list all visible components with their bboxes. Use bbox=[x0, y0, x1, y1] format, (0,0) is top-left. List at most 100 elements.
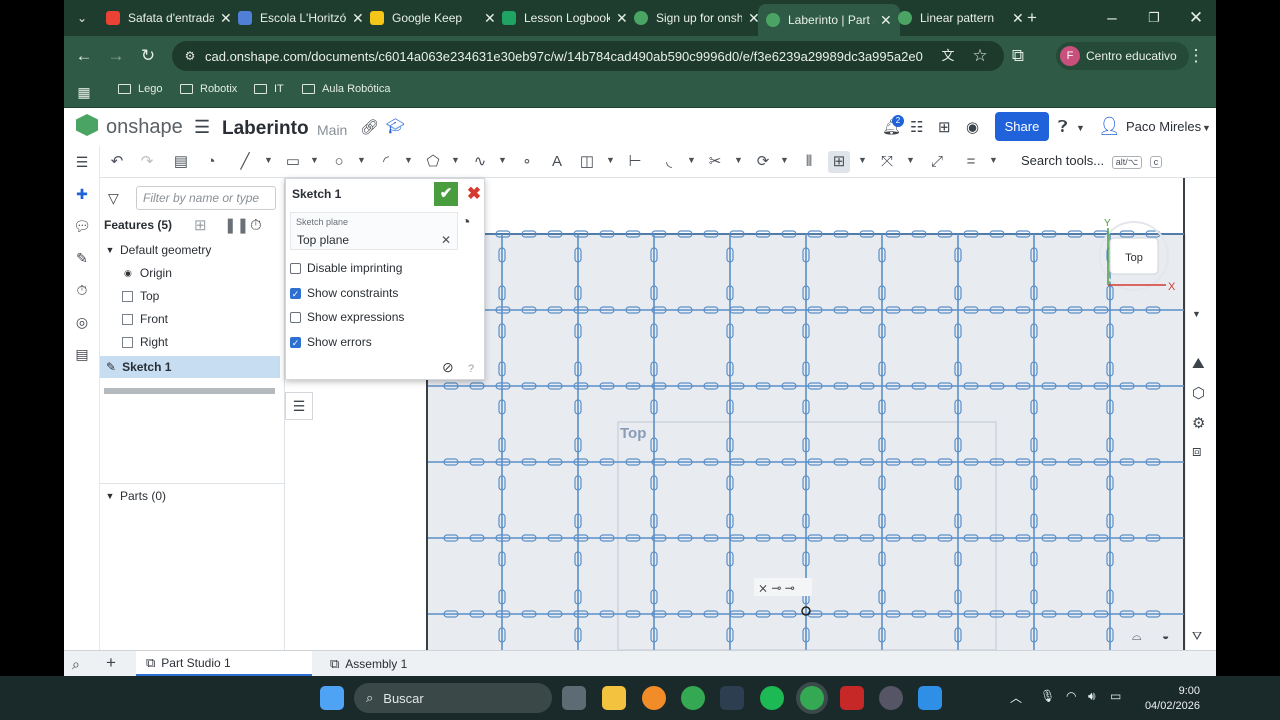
user-name[interactable]: Paco Mireles bbox=[1126, 119, 1201, 134]
chevron-down-icon[interactable]: ▼ bbox=[498, 155, 507, 165]
chevron-down-icon[interactable]: ▼ bbox=[780, 155, 789, 165]
dimension-tool-icon[interactable]: ⊢ bbox=[624, 151, 646, 173]
help-icon[interactable]: ? bbox=[468, 359, 474, 379]
fillet-tool-icon[interactable]: ◟ bbox=[658, 151, 680, 173]
translate-icon[interactable]: 文 bbox=[936, 44, 960, 68]
checkbox-checked-icon[interactable]: ✓ bbox=[290, 287, 301, 299]
tab-gmail[interactable]: Safata d'entrada ✕ bbox=[98, 4, 240, 32]
search-tools-button[interactable]: Search tools... alt/⌥ c bbox=[1021, 153, 1163, 169]
notes-icon[interactable]: ✎ bbox=[72, 248, 92, 268]
bookmark-it[interactable]: IT bbox=[254, 83, 284, 95]
spline-tool-icon[interactable]: ∿ bbox=[469, 151, 491, 173]
site-info-icon[interactable]: ⚙ bbox=[178, 44, 202, 68]
properties-icon[interactable]: ▤ bbox=[72, 344, 92, 364]
show-constraints-checkbox[interactable]: ✓ Show constraints bbox=[290, 284, 480, 302]
appearance-panel-icon[interactable]: ⛰︎ bbox=[1192, 354, 1205, 374]
point-tool-icon[interactable]: ∘ bbox=[516, 151, 538, 173]
chevron-down-icon[interactable]: ▼ bbox=[357, 155, 366, 165]
learning-center-icon[interactable]: ◉ bbox=[966, 118, 979, 138]
transform-tool-icon[interactable]: ⤧ bbox=[876, 151, 898, 173]
circle-tool-icon[interactable]: ○ bbox=[328, 151, 350, 173]
chevron-down-icon[interactable]: ▼ bbox=[100, 245, 120, 255]
checkbox-icon[interactable] bbox=[290, 262, 301, 274]
feature-filter-input[interactable]: Filter by name or type bbox=[136, 186, 276, 210]
new-tab-icon[interactable]: + bbox=[1020, 6, 1044, 30]
checkbox-checked-icon[interactable]: ✓ bbox=[290, 336, 301, 348]
rollback-bar[interactable] bbox=[104, 388, 275, 394]
custom-features-icon[interactable]: ⧈ bbox=[1192, 442, 1202, 462]
user-menu-chevron-icon[interactable]: ▼ bbox=[1202, 118, 1211, 138]
task-view-icon[interactable] bbox=[562, 686, 586, 710]
microphone-icon[interactable]: 🎙︎ bbox=[1040, 689, 1055, 703]
file-explorer-icon[interactable] bbox=[602, 686, 626, 710]
default-geometry-row[interactable]: ▼ Default geometry bbox=[100, 239, 280, 261]
branch-label[interactable]: Main bbox=[317, 122, 347, 138]
filter-icon[interactable]: ▽ bbox=[108, 188, 119, 208]
view-cube-chevron-icon[interactable]: ▼ bbox=[1192, 304, 1201, 324]
tab-assembly-1[interactable]: ⧉ Assembly 1 bbox=[320, 651, 417, 676]
chevron-down-icon[interactable]: ▼ bbox=[734, 155, 743, 165]
comments-icon[interactable]: 💬︎ bbox=[72, 216, 92, 236]
onshape-logo-icon[interactable] bbox=[76, 114, 98, 136]
checkbox-icon[interactable] bbox=[290, 311, 301, 323]
show-expressions-checkbox[interactable]: Show expressions bbox=[290, 308, 480, 326]
tab-search-chevron-icon[interactable]: ⌄ bbox=[70, 6, 94, 30]
tab-laberinto[interactable]: Laberinto | Part Studio ✕ bbox=[758, 4, 900, 36]
user-avatar-icon[interactable]: 👤︎ bbox=[1098, 116, 1121, 136]
reload-icon[interactable]: ↻ bbox=[136, 44, 160, 68]
add-tab-icon[interactable]: + bbox=[106, 653, 116, 673]
tray-chevron-icon[interactable]: ︿ bbox=[1010, 689, 1022, 706]
trim-tool-icon[interactable]: ✂ bbox=[704, 151, 726, 173]
measure-icon[interactable]: ◎ bbox=[72, 312, 92, 332]
help-chevron-icon[interactable]: ▼ bbox=[1076, 118, 1085, 138]
tab-keep[interactable]: Google Keep ✕ bbox=[362, 4, 504, 32]
tab-linear-pattern[interactable]: Linear pattern ✕ bbox=[890, 4, 1032, 32]
front-plane-row[interactable]: Front bbox=[100, 308, 280, 330]
variables-icon[interactable]: ⚙ bbox=[1192, 414, 1205, 434]
show-errors-checkbox[interactable]: ✓ Show errors bbox=[290, 333, 480, 351]
use-tool-icon[interactable]: ⤢ bbox=[926, 151, 948, 173]
history-icon[interactable]: ⏱︎ bbox=[72, 280, 92, 300]
document-title[interactable]: Laberinto bbox=[222, 118, 309, 140]
feature-list-icon[interactable]: ▤ bbox=[170, 151, 192, 173]
taskbar-search[interactable]: ⌕ Buscar bbox=[354, 683, 552, 713]
chevron-down-icon[interactable]: ▼ bbox=[310, 155, 319, 165]
chevron-down-icon[interactable]: ▼ bbox=[906, 155, 915, 165]
accept-check-icon[interactable]: ✔ bbox=[434, 182, 458, 206]
disable-imprinting-checkbox[interactable]: Disable imprinting bbox=[290, 259, 480, 277]
back-icon[interactable]: ← bbox=[72, 44, 96, 68]
maximize-icon[interactable]: ❐ bbox=[1142, 6, 1166, 30]
spotify-icon[interactable] bbox=[760, 686, 784, 710]
acrobat-icon[interactable] bbox=[840, 686, 864, 710]
constraints-icon[interactable]: = bbox=[960, 151, 982, 173]
rollback-timer-icon[interactable]: ⏱︎ bbox=[250, 216, 262, 236]
link-icon[interactable]: 🔗︎ bbox=[360, 118, 379, 138]
bookmark-robotix[interactable]: Robotix bbox=[180, 83, 237, 95]
tab-signup[interactable]: Sign up for onshape ✕ bbox=[626, 4, 768, 32]
wifi-icon[interactable]: ◠ bbox=[1066, 689, 1076, 703]
arc-tool-icon[interactable]: ◜ bbox=[375, 151, 397, 173]
pause-icon[interactable]: ❚❚ bbox=[224, 216, 249, 236]
parts-row[interactable]: ▼ Parts (0) bbox=[100, 485, 280, 507]
zoom-icon[interactable]: ⛛ bbox=[1192, 626, 1202, 646]
text-tool-icon[interactable]: A bbox=[546, 151, 568, 173]
bookmark-star-icon[interactable]: ☆ bbox=[968, 44, 992, 68]
chevron-down-icon[interactable]: ▼ bbox=[100, 491, 120, 501]
volume-icon[interactable]: 🔊︎ bbox=[1088, 689, 1096, 704]
share-button[interactable]: Share bbox=[995, 112, 1049, 141]
tab-search-icon[interactable]: ⌕ bbox=[72, 654, 80, 674]
line-tool-icon[interactable]: ╱ bbox=[234, 151, 256, 173]
chevron-down-icon[interactable]: ▼ bbox=[404, 155, 413, 165]
redo-icon[interactable]: ↷ bbox=[136, 151, 158, 173]
battery-icon[interactable]: ▭ bbox=[1110, 689, 1121, 703]
help-icon[interactable]: ❓︎ bbox=[1058, 118, 1068, 138]
top-plane-row[interactable]: Top bbox=[100, 285, 280, 307]
display-mode-icon[interactable]: ◒ bbox=[1162, 626, 1169, 646]
tab-logbook[interactable]: Lesson Logbook ✕ bbox=[494, 4, 636, 32]
clock[interactable]: 9:00 04/02/2026 bbox=[1140, 684, 1200, 714]
sketch-canvas[interactable]: Top ⨯ ⊸ ⊸ Top X Y bbox=[428, 178, 1186, 650]
app-icon[interactable] bbox=[918, 686, 942, 710]
right-plane-row[interactable]: Right bbox=[100, 331, 280, 353]
sketch-options-icon[interactable]: ◔ bbox=[461, 213, 471, 233]
omnibox[interactable]: ⚙ cad.onshape.com/documents/c6014a063e23… bbox=[172, 41, 1004, 71]
